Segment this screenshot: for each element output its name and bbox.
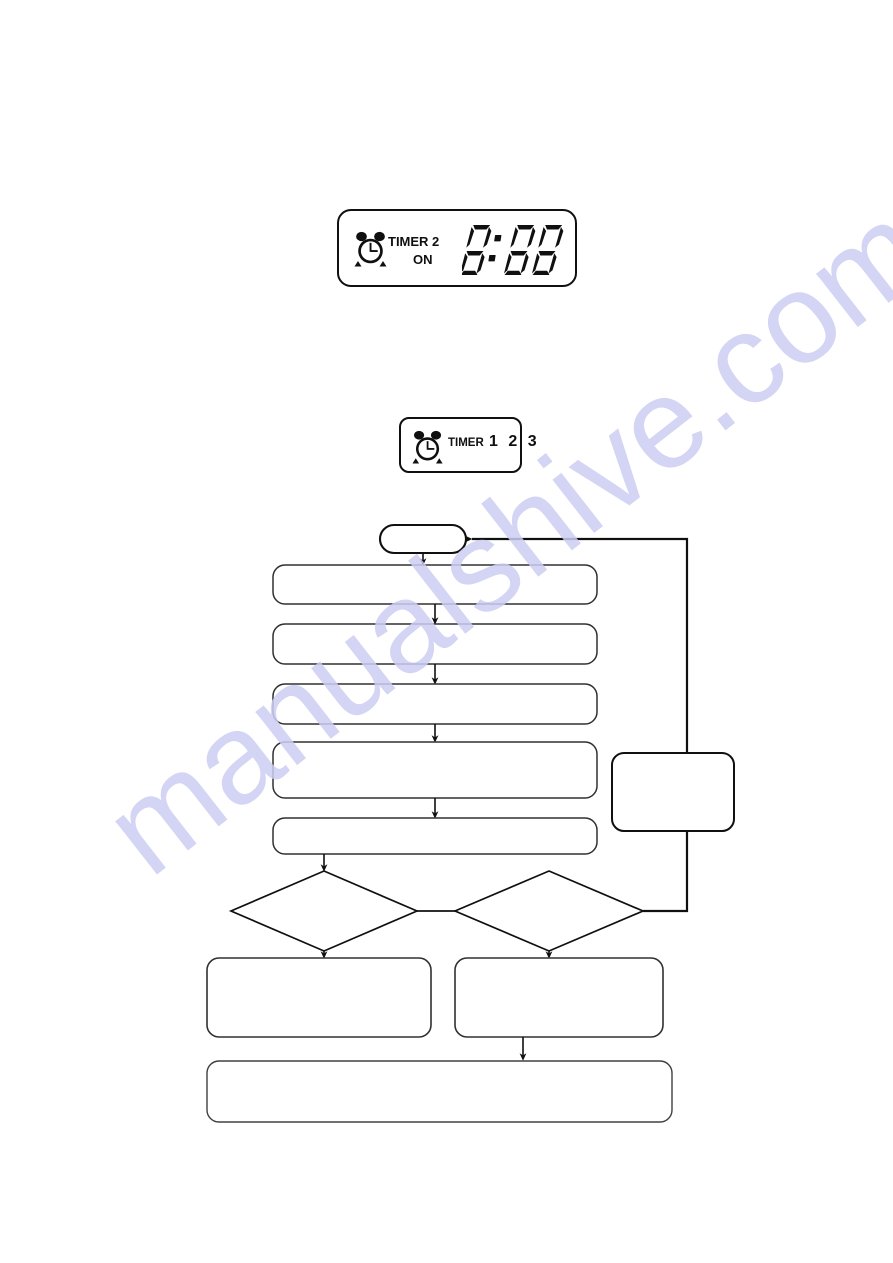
alarm-clock-icon (354, 231, 387, 267)
timer123-label: TIMER (448, 437, 484, 449)
start-terminator (378, 523, 468, 555)
process-step-2 (272, 623, 598, 665)
decision-left (228, 870, 420, 952)
page-root: TIMER 2 ON TIMER 1 2 3 manualshive.com (0, 0, 893, 1263)
outcome-box-right (454, 957, 664, 1038)
seven-segment-time-value (462, 225, 564, 275)
outcome-box-left (206, 957, 432, 1038)
final-process-box (206, 1060, 673, 1123)
decision-right (452, 870, 646, 952)
timer2-label: TIMER 2 (388, 234, 440, 249)
lcd-display-timer123: TIMER 1 2 3 (399, 417, 537, 473)
process-step-5 (272, 817, 598, 855)
alarm-clock-icon (412, 430, 443, 464)
process-step-4 (272, 741, 598, 799)
process-step-1 (272, 564, 598, 605)
timer123-numbers: 1 2 3 (489, 433, 540, 450)
process-step-3 (272, 683, 598, 725)
lcd-display-timer2: TIMER 2 ON (337, 209, 577, 287)
side-process-box (611, 752, 735, 832)
timer2-state-label: ON (413, 252, 433, 267)
flowchart-diagram (206, 523, 735, 1123)
